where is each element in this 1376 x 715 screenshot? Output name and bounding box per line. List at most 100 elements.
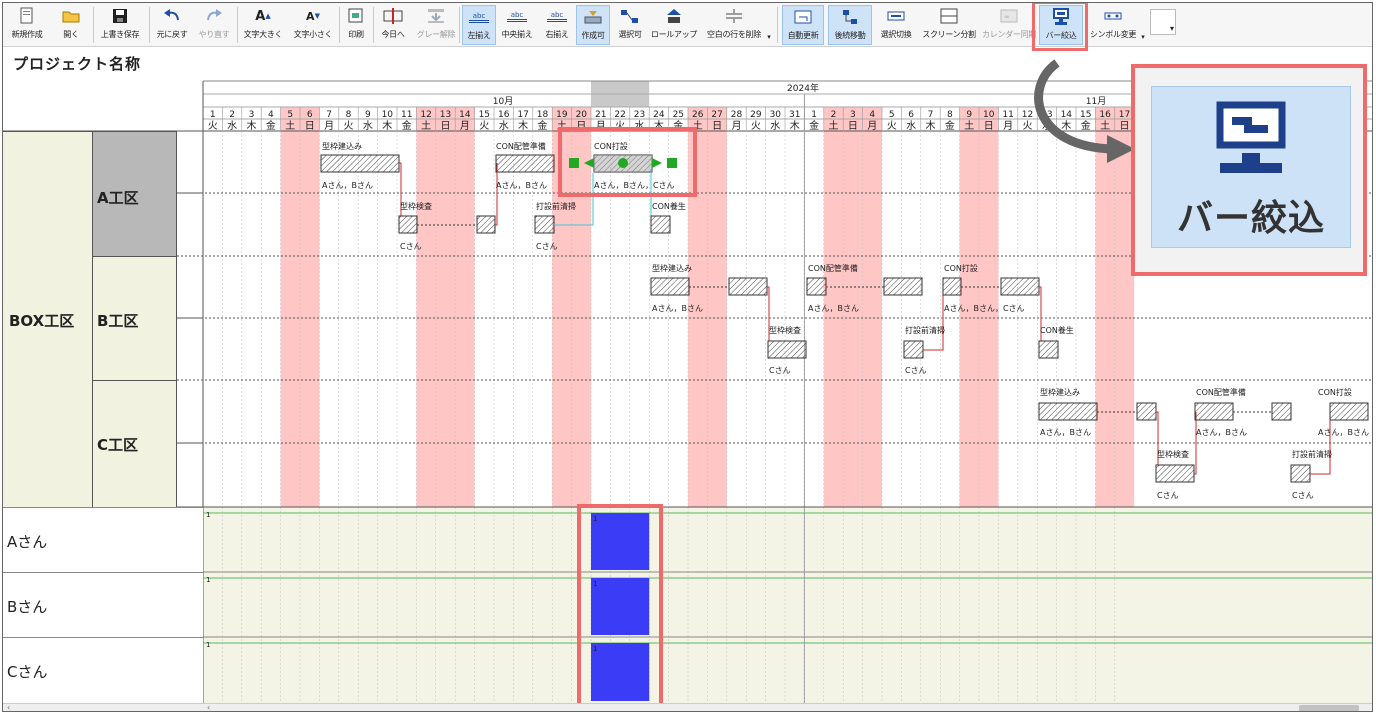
day-number: 8 <box>947 110 953 120</box>
resource-row-a[interactable]: Aさん <box>3 507 203 572</box>
day-number: 16 <box>498 110 510 120</box>
area-row-c[interactable]: C工区 <box>93 380 177 507</box>
task-bar-b-con-prep-2[interactable] <box>883 277 923 296</box>
task-label: CON打設 <box>594 141 628 151</box>
area-row-a[interactable]: A工区 <box>93 131 177 256</box>
task-bar-b-frame-2[interactable] <box>728 277 768 296</box>
day-number: 23 <box>634 110 645 120</box>
weekday-label: 月 <box>460 120 470 132</box>
task-bar-b-cure[interactable] <box>1038 340 1059 359</box>
day-number: 4 <box>869 110 875 120</box>
task-bar-c-con-prep[interactable] <box>1194 402 1234 421</box>
task-bar-a-frame[interactable] <box>320 154 400 173</box>
task-assignee: Aさん，Bさん <box>1318 428 1369 437</box>
resource-label-c: Cさん <box>7 663 48 681</box>
task-label: CON配管準備 <box>496 141 546 151</box>
resource-label-b: Bさん <box>7 598 48 616</box>
weekday-label: 金 <box>402 119 412 132</box>
task-label: 打設前清掃 <box>536 201 576 211</box>
day-number: 4 <box>268 110 274 120</box>
weekday-label: 日 <box>848 121 858 132</box>
resource-row-c[interactable]: Cさん <box>3 637 203 703</box>
weekday-label: 土 <box>421 119 431 132</box>
task-bar-b-clean[interactable] <box>903 340 924 359</box>
day-number: 13 <box>440 110 451 120</box>
bar-filter-icon <box>1216 101 1286 173</box>
day-number: 2 <box>831 110 837 120</box>
task-bar-c-con-prep-2[interactable] <box>1271 402 1292 421</box>
day-number: 5 <box>889 110 895 120</box>
holiday-column <box>435 107 456 507</box>
task-bar-a-inspect[interactable] <box>398 215 418 234</box>
weekday-label: 日 <box>305 121 315 132</box>
capacity-value: 1 <box>206 511 210 519</box>
resource-load-bar <box>591 643 650 701</box>
capacity-value: 1 <box>206 576 210 584</box>
day-number: 25 <box>673 110 684 120</box>
weekday-label: 木 <box>247 120 257 132</box>
task-bar-b-pour-2[interactable] <box>1000 277 1040 296</box>
holiday-column <box>280 107 300 507</box>
horizontal-scrollbar[interactable]: ‹ ‹ <box>3 703 1372 711</box>
task-bar-b-con-prep[interactable] <box>806 277 827 296</box>
weekday-label: 月 <box>867 120 877 132</box>
bar-filter-zoomed-button: バー絞込 <box>1151 86 1351 248</box>
drag-handle-right[interactable] <box>667 158 677 168</box>
task-bar-b-frame[interactable] <box>650 277 690 296</box>
weekday-label: 月 <box>324 120 334 132</box>
task-bar-a-cure[interactable] <box>650 215 671 234</box>
scrollbar-thumb[interactable] <box>1299 705 1359 711</box>
resource-load-value: 1 <box>593 645 597 653</box>
day-number: 10 <box>983 110 995 120</box>
drag-handle-left[interactable] <box>569 158 579 168</box>
task-bar-c-frame-2[interactable] <box>1136 402 1157 421</box>
task-label: 型枠建込み <box>652 263 692 273</box>
task-bar-a-con-prep[interactable] <box>495 154 555 173</box>
resize-arrow-right[interactable] <box>652 158 662 168</box>
task-label: CON配管準備 <box>808 263 858 273</box>
task-bar-a-inspect-2[interactable] <box>476 215 496 234</box>
day-number: 1 <box>210 110 216 120</box>
area-label-a: A工区 <box>97 189 139 207</box>
day-number: 18 <box>537 110 549 120</box>
app-window: 新規作成 開く 上書き保存 元に戻す やり直す A ▲ 文字大きく A ▼ 文字小さ… <box>2 2 1373 712</box>
day-number: 3 <box>850 110 856 120</box>
task-label: CON配管準備 <box>1196 387 1246 397</box>
day-number: 6 <box>908 110 914 120</box>
area-label-b: B工区 <box>97 312 139 330</box>
day-number: 12 <box>420 110 431 120</box>
task-bar-c-inspect[interactable] <box>1155 464 1195 483</box>
holiday-column <box>1095 107 1115 507</box>
task-bar-a-clean[interactable] <box>534 215 555 234</box>
day-number: 31 <box>789 110 800 120</box>
move-handle[interactable] <box>618 158 628 168</box>
task-label: CON養生 <box>652 201 686 211</box>
day-number: 11 <box>1002 110 1013 120</box>
area-row-b[interactable]: B工区 <box>93 256 177 380</box>
day-number: 7 <box>928 110 934 120</box>
resource-label-a: Aさん <box>7 533 48 551</box>
holiday-column <box>455 107 475 507</box>
task-assignee: Aさん，Bさん <box>1040 428 1091 437</box>
task-label: 型枠建込み <box>1040 387 1080 397</box>
task-assignee: Aさん，Bさん <box>652 304 703 313</box>
day-number: 8 <box>346 110 352 120</box>
holiday-column <box>707 107 727 507</box>
task-assignee: Cさん <box>536 242 558 251</box>
worksite-cell[interactable]: BOX工区 <box>3 131 93 507</box>
weekday-label: 火 <box>751 120 761 132</box>
task-bar-c-clean[interactable] <box>1290 464 1311 483</box>
day-number: 27 <box>711 110 722 120</box>
resource-row-b[interactable]: Bさん <box>3 572 203 637</box>
weekday-label: 火 <box>479 120 489 132</box>
task-bar-c-frame[interactable] <box>1038 402 1098 421</box>
task-label: 打設前清掃 <box>1292 449 1332 459</box>
task-label: 打設前清掃 <box>905 325 945 335</box>
task-bar-b-inspect[interactable] <box>767 340 807 359</box>
task-label: 型枠検査 <box>400 201 432 211</box>
task-assignee: Aさん，Bさん，Cさん <box>594 181 675 190</box>
day-number: 9 <box>365 110 371 120</box>
task-bar-c-pour[interactable] <box>1329 402 1369 421</box>
day-number: 29 <box>750 110 762 120</box>
task-bar-b-pour[interactable] <box>942 277 962 296</box>
